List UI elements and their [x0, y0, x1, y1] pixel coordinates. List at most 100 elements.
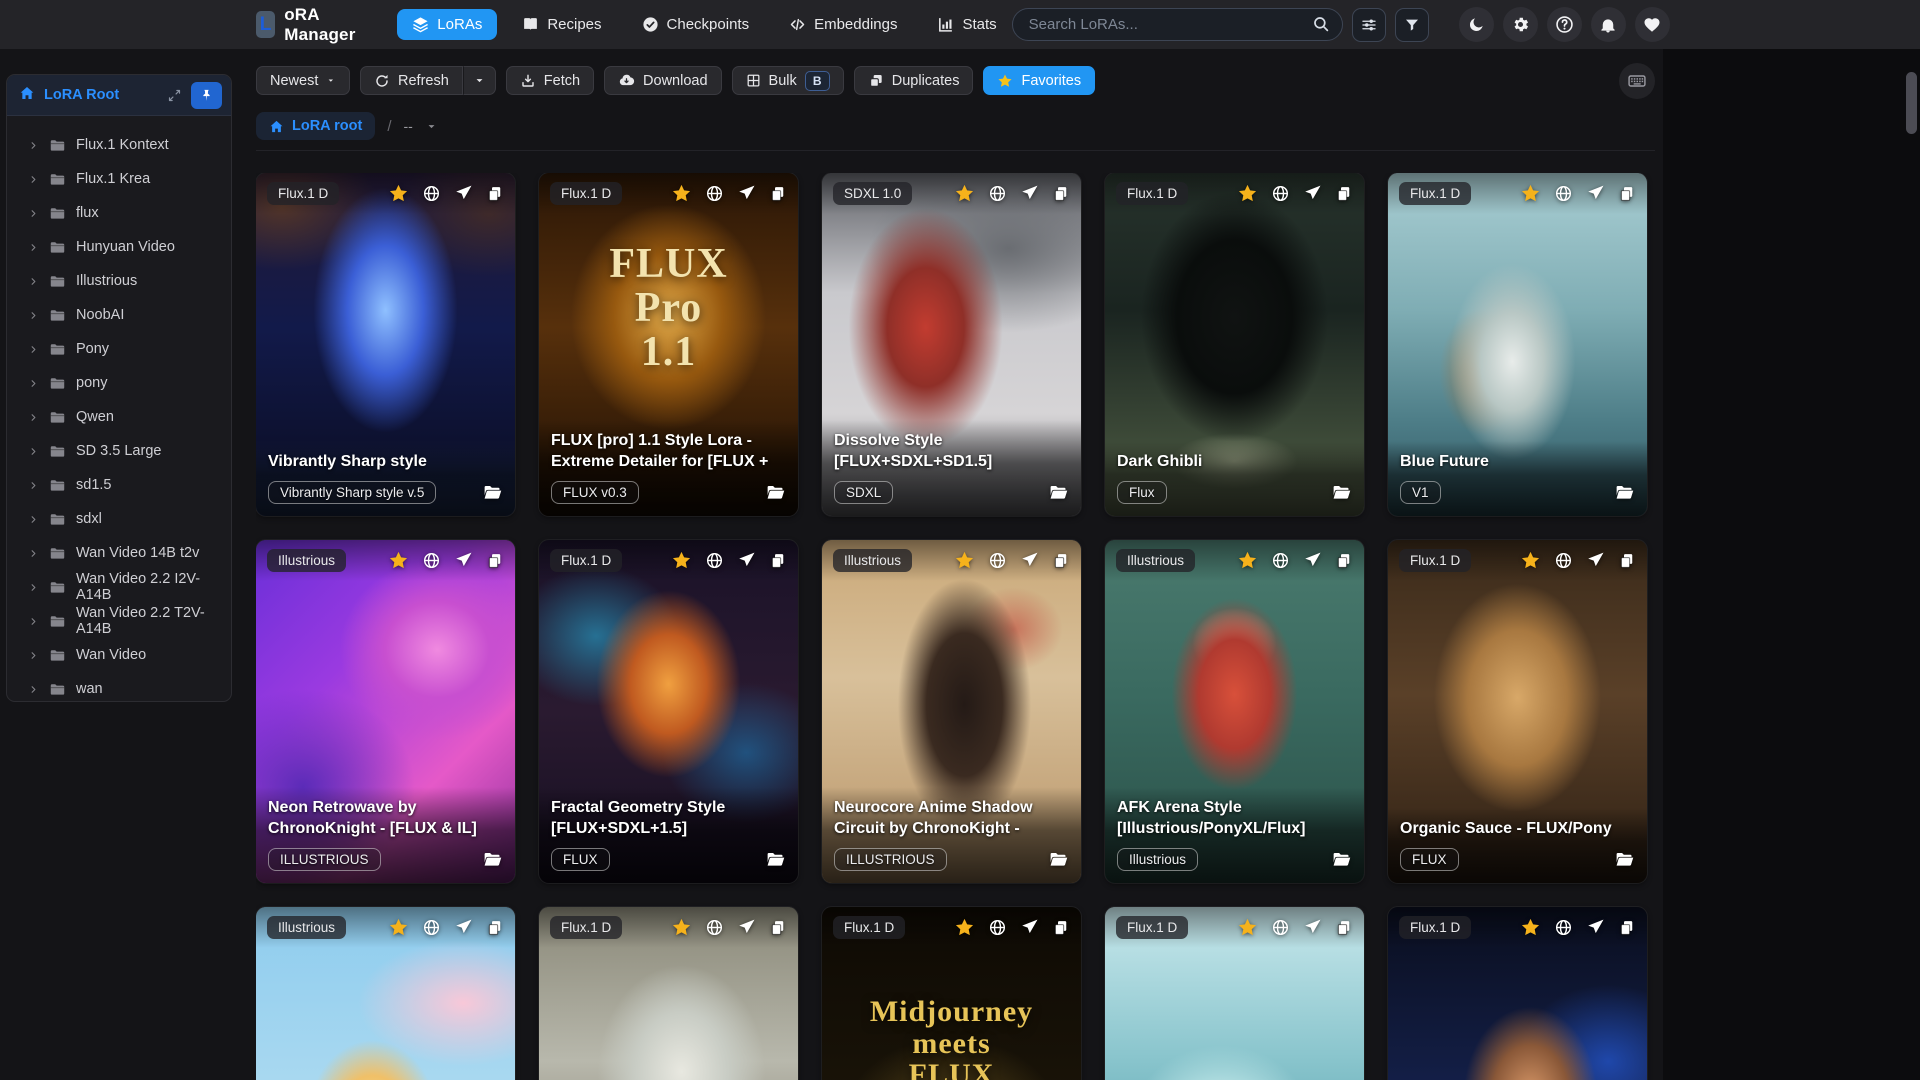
copy-sheets-icon[interactable] — [1335, 185, 1353, 203]
support-button[interactable] — [1634, 7, 1670, 42]
send-icon[interactable] — [1586, 918, 1605, 937]
send-icon[interactable] — [1303, 918, 1322, 937]
lora-card[interactable]: Flux.1 D Vibrantly Sharp style Vibrantly… — [256, 173, 516, 517]
copy-sheets-icon[interactable] — [486, 919, 504, 937]
breadcrumb-dropdown-icon[interactable] — [425, 120, 438, 133]
send-icon[interactable] — [454, 918, 473, 937]
sidebar-folder-item[interactable]: Pony — [7, 332, 231, 366]
open-folder-icon[interactable] — [1331, 482, 1352, 503]
copy-sheets-icon[interactable] — [1335, 919, 1353, 937]
copy-sheets-icon[interactable] — [486, 552, 504, 570]
favorite-star-icon[interactable] — [671, 917, 692, 938]
fetch-button[interactable]: Fetch — [505, 66, 595, 95]
keyboard-shortcuts-button[interactable] — [1619, 63, 1655, 99]
lora-card[interactable]: Flux.1 D — [1104, 906, 1365, 1080]
nav-tab-stats[interactable]: Stats — [922, 9, 1011, 40]
refresh-button[interactable]: Refresh — [360, 66, 463, 95]
copy-sheets-icon[interactable] — [1052, 919, 1070, 937]
copy-sheets-icon[interactable] — [769, 185, 787, 203]
lora-card[interactable]: Illustrious — [256, 906, 516, 1080]
chevron-right-icon[interactable] — [28, 140, 39, 151]
favorite-star-icon[interactable] — [1237, 550, 1258, 571]
lora-card[interactable]: Illustrious Neon Retrowave by ChronoKnig… — [256, 539, 516, 884]
civitai-globe-icon[interactable] — [988, 184, 1007, 203]
sort-select[interactable]: Newest — [256, 66, 350, 95]
civitai-globe-icon[interactable] — [988, 551, 1007, 570]
send-icon[interactable] — [737, 551, 756, 570]
favorite-star-icon[interactable] — [954, 917, 975, 938]
favorite-star-icon[interactable] — [1520, 550, 1541, 571]
chevron-right-icon[interactable] — [28, 378, 39, 389]
help-button[interactable] — [1546, 7, 1582, 42]
lora-card[interactable]: Flux.1 D Dark Ghibli Flux — [1104, 173, 1365, 517]
open-folder-icon[interactable] — [765, 482, 786, 503]
sidebar-root-label[interactable]: LoRA Root — [44, 87, 119, 103]
civitai-globe-icon[interactable] — [422, 551, 441, 570]
search-input[interactable] — [1011, 8, 1343, 41]
favorite-star-icon[interactable] — [388, 550, 409, 571]
notifications-button[interactable] — [1590, 7, 1626, 42]
lora-card[interactable]: Flux.1 D Fractal Geometry Style [FLUX+SD… — [538, 539, 799, 884]
sidebar-folder-item[interactable]: Wan Video 14B t2v — [7, 536, 231, 570]
chevron-right-icon[interactable] — [28, 582, 39, 593]
send-icon[interactable] — [1586, 551, 1605, 570]
copy-sheets-icon[interactable] — [1052, 552, 1070, 570]
favorite-star-icon[interactable] — [671, 550, 692, 571]
theme-toggle-button[interactable] — [1458, 7, 1494, 42]
copy-sheets-icon[interactable] — [1618, 919, 1636, 937]
copy-sheets-icon[interactable] — [769, 919, 787, 937]
send-icon[interactable] — [1020, 918, 1039, 937]
civitai-globe-icon[interactable] — [705, 918, 724, 937]
lora-card[interactable]: Flux.1 D — [1387, 906, 1648, 1080]
lora-card[interactable]: FLUX Pro 1.1 Flux.1 D FLUX [pro] 1.1 Sty… — [538, 173, 799, 517]
nav-tab-checkpoints[interactable]: Checkpoints — [627, 9, 765, 40]
copy-sheets-icon[interactable] — [1052, 185, 1070, 203]
civitai-globe-icon[interactable] — [705, 551, 724, 570]
download-button[interactable]: Download — [604, 66, 722, 95]
open-folder-icon[interactable] — [1331, 849, 1352, 870]
open-folder-icon[interactable] — [1048, 849, 1069, 870]
sidebar-folder-item[interactable]: Wan Video — [7, 638, 231, 672]
favorite-star-icon[interactable] — [1237, 917, 1258, 938]
chevron-right-icon[interactable] — [28, 684, 39, 695]
collapse-tree-button[interactable] — [167, 88, 182, 103]
nav-tab-loras[interactable]: LoRAs — [397, 9, 498, 40]
bulk-button[interactable]: Bulk B — [731, 66, 844, 95]
nav-tab-recipes[interactable]: Recipes — [507, 9, 616, 40]
sidebar-folder-item[interactable]: Qwen — [7, 400, 231, 434]
search-options-button[interactable] — [1351, 7, 1386, 42]
lora-card[interactable]: Illustrious Neurocore Anime Shadow Circu… — [821, 539, 1082, 884]
sidebar-folder-item[interactable]: SD 3.5 Large — [7, 434, 231, 468]
breadcrumb-root[interactable]: LoRA root — [256, 112, 376, 140]
copy-sheets-icon[interactable] — [486, 185, 504, 203]
breadcrumb-current[interactable]: -- — [404, 118, 413, 134]
duplicates-button[interactable]: Duplicates — [853, 66, 974, 95]
civitai-globe-icon[interactable] — [422, 184, 441, 203]
send-icon[interactable] — [737, 184, 756, 203]
send-icon[interactable] — [1586, 184, 1605, 203]
send-icon[interactable] — [454, 184, 473, 203]
sidebar-folder-item[interactable]: NoobAI — [7, 298, 231, 332]
filter-button[interactable] — [1394, 7, 1429, 42]
sidebar-folder-item[interactable]: Flux.1 Kontext — [7, 128, 231, 162]
lora-card[interactable]: Flux.1 D Blue Future V1 — [1387, 173, 1648, 517]
favorite-star-icon[interactable] — [388, 183, 409, 204]
sidebar-folder-item[interactable]: flux — [7, 196, 231, 230]
civitai-globe-icon[interactable] — [705, 184, 724, 203]
chevron-right-icon[interactable] — [28, 208, 39, 219]
chevron-right-icon[interactable] — [28, 412, 39, 423]
lora-card[interactable]: SDXL 1.0 Dissolve Style [FLUX+SDXL+SD1.5… — [821, 173, 1082, 517]
open-folder-icon[interactable] — [1048, 482, 1069, 503]
open-folder-icon[interactable] — [765, 849, 786, 870]
copy-sheets-icon[interactable] — [1618, 185, 1636, 203]
favorites-filter-button[interactable]: Favorites — [983, 66, 1096, 95]
send-icon[interactable] — [1303, 551, 1322, 570]
chevron-right-icon[interactable] — [28, 616, 39, 627]
lora-card[interactable]: Flux.1 D — [538, 906, 799, 1080]
send-icon[interactable] — [1020, 184, 1039, 203]
settings-button[interactable] — [1502, 7, 1538, 42]
chevron-right-icon[interactable] — [28, 310, 39, 321]
favorite-star-icon[interactable] — [671, 183, 692, 204]
favorite-star-icon[interactable] — [954, 550, 975, 571]
open-folder-icon[interactable] — [482, 849, 503, 870]
